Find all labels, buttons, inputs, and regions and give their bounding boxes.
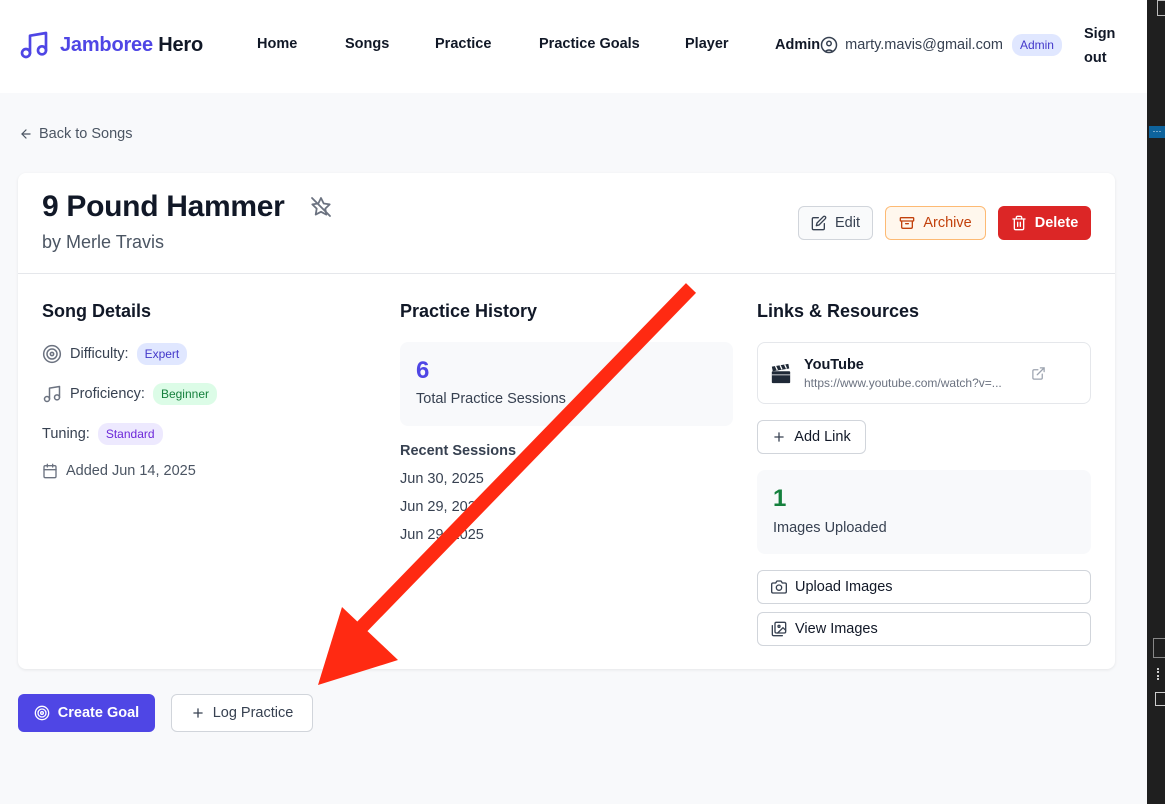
plus-icon — [192, 708, 203, 718]
tuning-label: Tuning: — [42, 426, 90, 442]
gutter-drag-handle-icon[interactable] — [1157, 668, 1163, 680]
upload-images-button[interactable]: Upload Images — [757, 570, 1091, 604]
add-link-button[interactable]: Add Link — [757, 420, 866, 454]
music-note-icon — [43, 385, 61, 403]
archive-icon — [899, 217, 915, 229]
tuning-row: Tuning: Standard — [42, 423, 163, 445]
log-practice-button[interactable]: Log Practice — [171, 694, 313, 732]
song-artist: by Merle Travis — [42, 232, 165, 252]
delete-button[interactable]: Delete — [998, 206, 1091, 240]
gutter-layout-icon[interactable] — [1155, 692, 1165, 706]
recent-session-item: Jun 29, 2025 — [400, 499, 484, 515]
create-goal-label: Create Goal — [57, 705, 140, 721]
recent-sessions-heading: Recent Sessions — [400, 443, 517, 459]
view-images-label: View Images — [795, 621, 878, 637]
resource-link-title: YouTube — [804, 357, 864, 373]
favorite-star-off-icon[interactable] — [309, 195, 333, 219]
music-note-icon — [20, 31, 48, 59]
gutter-panel-edge — [1157, 0, 1165, 16]
images-uploaded-stat: 1 Images Uploaded — [757, 470, 1091, 554]
nav-songs[interactable]: Songs — [345, 36, 389, 52]
song-detail-card: 9 Pound Hammer by Merle Travis Edit Arch… — [18, 173, 1115, 669]
brand-name-prefix: Jamboree — [60, 33, 153, 56]
nav-admin[interactable]: Admin — [775, 37, 820, 53]
plus-icon — [774, 432, 785, 442]
archive-button[interactable]: Archive — [885, 206, 986, 240]
nav-practice[interactable]: Practice — [435, 36, 491, 52]
trash-icon — [1012, 215, 1026, 231]
user-email: marty.mavis@gmail.com — [845, 37, 1003, 53]
edit-button-label: Edit — [835, 215, 860, 231]
user-circle-icon — [820, 36, 838, 54]
edit-button[interactable]: Edit — [798, 206, 873, 240]
recent-session-item: Jun 30, 2025 — [400, 471, 484, 487]
proficiency-badge: Beginner — [152, 383, 217, 405]
delete-button-label: Delete — [1034, 215, 1079, 231]
proficiency-label: Proficiency: — [70, 386, 145, 402]
difficulty-row: Difficulty: Expert — [42, 343, 188, 365]
calendar-icon — [43, 463, 57, 479]
added-date: Added Jun 14, 2025 — [66, 463, 196, 479]
edit-icon — [811, 215, 827, 231]
recent-session-item: Jun 29, 2025 — [400, 527, 484, 543]
brand-name: Jamboree Hero — [60, 34, 203, 57]
target-icon — [42, 344, 62, 364]
role-badge: Admin — [1011, 34, 1062, 56]
nav-home[interactable]: Home — [257, 36, 297, 52]
images-uploaded-label: Images Uploaded — [773, 520, 887, 536]
external-link-icon[interactable] — [1031, 366, 1046, 381]
images-icon — [771, 621, 787, 637]
tuning-badge: Standard — [97, 423, 163, 445]
resource-link-url: https://www.youtube.com/watch?v=... — [804, 376, 1002, 390]
upload-images-label: Upload Images — [795, 579, 893, 595]
sign-out-button[interactable]: Sign out — [1084, 22, 1120, 70]
brand-name-suffix: Hero — [158, 33, 204, 56]
archive-button-label: Archive — [923, 215, 972, 231]
song-details-heading: Song Details — [42, 301, 152, 321]
top-nav-bar: Jamboree Hero Home Songs Practice Practi… — [0, 0, 1147, 93]
arrow-left-icon — [21, 129, 31, 139]
log-practice-label: Log Practice — [212, 705, 294, 721]
resource-link-card[interactable]: YouTube https://www.youtube.com/watch?v=… — [757, 342, 1091, 404]
side-gutter: ··· — [1147, 0, 1165, 804]
clapperboard-icon — [771, 363, 791, 384]
practice-history-heading: Practice History — [400, 301, 538, 321]
difficulty-label: Difficulty: — [70, 346, 129, 362]
links-resources-heading: Links & Resources — [757, 301, 920, 321]
total-sessions-stat: 6 Total Practice Sessions — [400, 342, 733, 426]
gutter-collapse-icon[interactable] — [1153, 638, 1165, 658]
add-link-label: Add Link — [794, 429, 851, 445]
brand-logo-link[interactable]: Jamboree Hero — [18, 29, 203, 61]
back-link-label: Back to Songs — [39, 126, 133, 142]
create-goal-button[interactable]: Create Goal — [18, 694, 155, 732]
view-images-button[interactable]: View Images — [757, 612, 1091, 646]
gutter-more-icon[interactable]: ··· — [1149, 126, 1165, 138]
target-icon — [34, 705, 50, 721]
user-area: Admin marty.mavis@gmail.com Admin — [775, 32, 1062, 58]
total-sessions-label: Total Practice Sessions — [416, 391, 566, 407]
back-to-songs-link[interactable]: Back to Songs — [19, 126, 133, 142]
proficiency-row: Proficiency: Beginner — [42, 383, 217, 405]
nav-practice-goals[interactable]: Practice Goals — [539, 36, 640, 52]
added-date-row: Added Jun 14, 2025 — [42, 463, 196, 479]
song-title: 9 Pound Hammer — [42, 190, 285, 223]
difficulty-badge: Expert — [136, 343, 188, 365]
card-divider — [18, 273, 1115, 274]
images-uploaded-count: 1 — [773, 485, 787, 512]
nav-player[interactable]: Player — [685, 36, 729, 52]
camera-icon — [771, 580, 787, 594]
total-sessions-count: 6 — [416, 357, 430, 384]
